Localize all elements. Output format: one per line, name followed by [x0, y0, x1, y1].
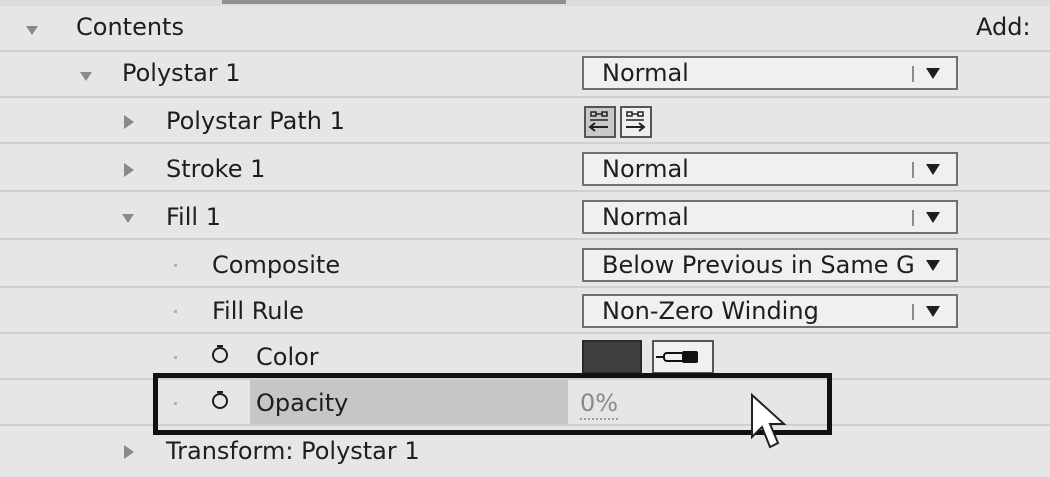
fill-rule-dropdown[interactable]: Non-Zero Winding	[582, 294, 958, 328]
tab-indicator	[222, 0, 566, 4]
dropdown-value: Below Previous in Same Group	[602, 251, 914, 279]
add-menu-button[interactable]: Add:	[976, 12, 1031, 42]
dropdown-value: Normal	[602, 203, 689, 231]
contents-label: Contents	[76, 13, 184, 41]
chevron-down-icon	[926, 260, 940, 271]
stroke-row[interactable]: Stroke 1 Normal	[0, 146, 1050, 192]
path-direction-forward-button[interactable]	[620, 106, 652, 138]
chevron-down-icon	[926, 164, 940, 175]
composite-label: Composite	[212, 251, 341, 279]
dropdown-separator	[912, 304, 914, 320]
composite-dropdown[interactable]: Below Previous in Same Group	[582, 248, 958, 282]
polystar-row[interactable]: Polystar 1 Normal	[0, 52, 1050, 98]
mouse-pointer-icon	[751, 393, 787, 449]
dropdown-value: Normal	[602, 59, 689, 87]
stopwatch-icon[interactable]	[210, 344, 230, 364]
chevron-down-icon	[926, 212, 940, 223]
tree-dot	[174, 310, 177, 313]
dropdown-value: Normal	[602, 155, 689, 183]
contents-row[interactable]: Contents Add:	[0, 6, 1050, 52]
twirl-closed-icon[interactable]	[124, 115, 134, 129]
dropdown-value: Non-Zero Winding	[602, 297, 819, 325]
stroke-label: Stroke 1	[166, 155, 266, 183]
color-label: Color	[256, 343, 319, 371]
polystar-blend-mode-dropdown[interactable]: Normal	[582, 56, 958, 90]
path-direction-icon	[626, 111, 646, 132]
fill-row[interactable]: Fill 1 Normal	[0, 194, 1050, 240]
twirl-open-icon[interactable]	[26, 26, 38, 35]
fill-rule-label: Fill Rule	[212, 297, 304, 325]
chevron-down-icon	[926, 306, 940, 317]
eyedropper-button[interactable]	[652, 340, 714, 374]
highlight-frame	[153, 373, 832, 435]
dropdown-separator	[912, 210, 914, 226]
transform-label: Transform: Polystar 1	[166, 437, 420, 465]
eyedropper-icon	[656, 351, 698, 363]
twirl-closed-icon[interactable]	[124, 163, 134, 177]
fill-blend-mode-dropdown[interactable]: Normal	[582, 200, 958, 234]
polystar-path-row[interactable]: Polystar Path 1	[0, 98, 1050, 144]
path-direction-reverse-button[interactable]	[584, 106, 616, 138]
stroke-blend-mode-dropdown[interactable]: Normal	[582, 152, 958, 186]
twirl-closed-icon[interactable]	[124, 445, 134, 459]
tree-dot	[174, 356, 177, 359]
dropdown-separator	[912, 66, 914, 82]
fill-label: Fill 1	[166, 203, 221, 231]
polystar-label: Polystar 1	[122, 59, 241, 87]
dropdown-separator	[912, 162, 914, 178]
polystar-path-label: Polystar Path 1	[166, 107, 345, 135]
color-swatch[interactable]	[582, 340, 642, 374]
path-direction-icon	[588, 111, 608, 132]
fill-rule-row[interactable]: Fill Rule Non-Zero Winding	[0, 288, 1050, 334]
composite-row[interactable]: Composite Below Previous in Same Group	[0, 242, 1050, 288]
twirl-open-icon[interactable]	[122, 214, 134, 223]
tree-dot	[174, 264, 177, 267]
twirl-open-icon[interactable]	[80, 72, 92, 81]
chevron-down-icon	[926, 68, 940, 79]
